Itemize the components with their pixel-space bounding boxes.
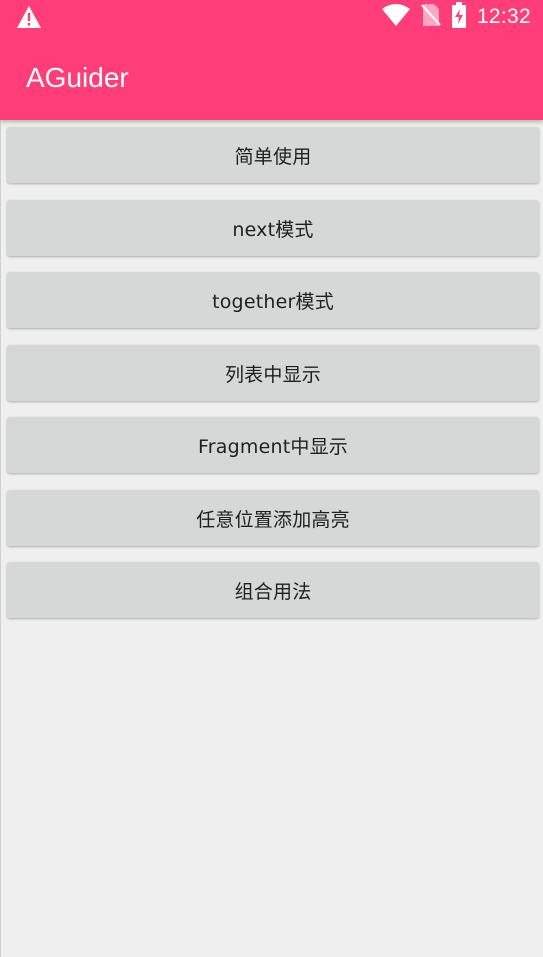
together-mode-button[interactable]: together模式 <box>7 272 539 328</box>
highlight-anywhere-button[interactable]: 任意位置添加高亮 <box>7 490 539 546</box>
app-bar: 12:32 AGuider <box>0 0 543 120</box>
fragment-display-button[interactable]: Fragment中显示 <box>7 417 539 473</box>
toolbar-title: AGuider <box>26 62 129 93</box>
status-time: 12:32 <box>476 5 531 28</box>
status-icons: 12:32 <box>381 0 531 34</box>
wifi-icon <box>381 3 411 31</box>
status-bar: 12:32 <box>0 0 543 34</box>
list-display-button[interactable]: 列表中显示 <box>7 345 539 401</box>
simple-use-button[interactable]: 简单使用 <box>7 127 539 183</box>
warning-icon <box>16 5 42 29</box>
button-list: 简单使用 next模式 together模式 列表中显示 Fragment中显示… <box>0 120 543 957</box>
combined-usage-button[interactable]: 组合用法 <box>7 562 539 618</box>
no-sim-icon <box>421 3 441 31</box>
battery-charging-icon <box>451 2 467 32</box>
next-mode-button[interactable]: next模式 <box>7 200 539 256</box>
